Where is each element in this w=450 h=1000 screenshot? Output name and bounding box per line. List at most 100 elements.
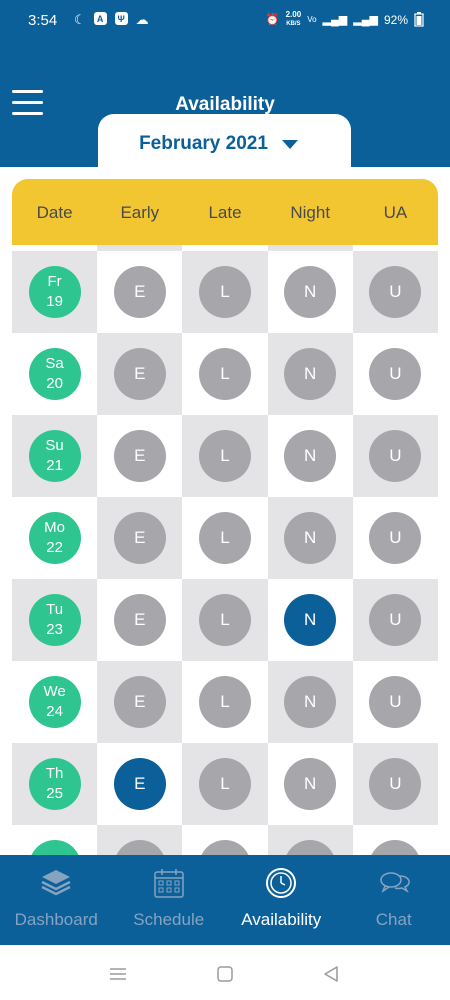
date-badge: Fr 19 [28, 266, 81, 318]
early-toggle[interactable]: E [113, 594, 166, 646]
early-cell: E [97, 251, 183, 333]
late-cell: L [182, 743, 268, 825]
late-cell: L [182, 251, 268, 333]
late-toggle[interactable]: L [198, 676, 251, 728]
nav-schedule[interactable]: Schedule [113, 855, 226, 945]
recents-icon[interactable] [107, 963, 129, 985]
night-toggle[interactable]: N [284, 430, 337, 482]
speed-unit: KB/S [286, 21, 301, 27]
ua-toggle[interactable]: U [369, 430, 422, 482]
night-cell: N [267, 497, 353, 579]
ua-toggle[interactable] [369, 840, 422, 855]
clock-icon [266, 868, 297, 898]
system-nav-bar [0, 945, 450, 1000]
ua-cell: U [352, 497, 438, 579]
date-label: 23 [46, 621, 63, 638]
early-toggle[interactable] [113, 840, 166, 855]
moon-icon: ☾ [74, 12, 86, 27]
day-label: Tu [46, 601, 64, 618]
date-label: 25 [46, 785, 63, 802]
month-label: February 2021 [139, 133, 268, 154]
date-badge: Mo 22 [28, 512, 81, 564]
ua-toggle[interactable]: U [369, 348, 422, 400]
night-cell: N [267, 661, 353, 743]
table-row: Sa 20 E L N U [12, 333, 438, 415]
late-toggle[interactable]: L [198, 348, 251, 400]
day-label: Sa [45, 355, 64, 372]
night-toggle[interactable] [284, 840, 337, 855]
date-cell [12, 825, 98, 855]
status-right-icons: ⏰ 2.00 KB/S Vo ▂▄▆ ▂▄▆ 92% [266, 11, 424, 28]
ua-toggle[interactable]: U [369, 266, 422, 318]
late-toggle[interactable]: L [198, 512, 251, 564]
night-cell: N [267, 579, 353, 661]
ua-cell: U [352, 661, 438, 743]
page-title: Availability [175, 94, 275, 115]
day-label: We [43, 683, 66, 700]
home-icon[interactable] [214, 963, 236, 985]
ua-toggle[interactable]: U [369, 594, 422, 646]
night-cell [267, 825, 353, 855]
date-badge [28, 840, 81, 855]
battery-icon [414, 12, 424, 27]
status-left-icons: ☾ A Ψ ☁ [74, 12, 149, 28]
ua-toggle[interactable]: U [369, 512, 422, 564]
layers-icon [41, 870, 71, 896]
early-toggle-selected[interactable]: E [113, 758, 166, 810]
early-cell: E [97, 497, 183, 579]
early-cell: E [97, 415, 183, 497]
date-cell: Tu 23 [12, 579, 98, 661]
availability-grid[interactable]: Fr 19 E L N U Sa 20 E L N U Su 21 E L N U M… [12, 245, 438, 855]
early-toggle[interactable]: E [113, 512, 166, 564]
nav-label: Dashboard [14, 910, 98, 929]
table-row: We 24 E L N U [12, 661, 438, 743]
signal-icon-2: ▂▄▆ [353, 14, 378, 26]
cloud-icon: ☁ [135, 12, 149, 27]
ua-cell: U [352, 251, 438, 333]
nav-dashboard[interactable]: Dashboard [0, 855, 113, 945]
night-toggle-selected[interactable]: N [284, 594, 337, 646]
early-toggle[interactable]: E [113, 430, 166, 482]
table-row: Th 25 E L N U [12, 743, 438, 825]
late-toggle[interactable]: L [198, 430, 251, 482]
early-toggle[interactable]: E [113, 266, 166, 318]
ua-toggle[interactable]: U [369, 676, 422, 728]
column-ua: UA [383, 203, 408, 222]
month-selector[interactable]: February 2021 [98, 114, 351, 174]
early-toggle[interactable]: E [113, 348, 166, 400]
column-early: Early [120, 203, 160, 222]
day-label: Su [45, 437, 64, 454]
date-cell: We 24 [12, 661, 98, 743]
night-toggle[interactable]: N [284, 348, 337, 400]
network-speed: 2.00 KB/S [286, 11, 302, 28]
late-cell: L [182, 579, 268, 661]
android-icon: A [93, 12, 107, 25]
late-toggle[interactable]: L [198, 594, 251, 646]
column-header: Date Early Late Night UA [12, 179, 438, 245]
night-toggle[interactable]: N [284, 512, 337, 564]
bottom-nav: Dashboard Schedule Availability Chat [0, 855, 450, 945]
early-cell: E [97, 579, 183, 661]
late-cell [182, 825, 268, 855]
late-toggle[interactable]: L [198, 758, 251, 810]
nav-availability[interactable]: Availability [225, 855, 338, 945]
night-toggle[interactable]: N [284, 266, 337, 318]
night-toggle[interactable]: N [284, 676, 337, 728]
late-toggle[interactable] [198, 840, 251, 855]
date-cell: Fr 19 [12, 251, 98, 333]
date-label: 22 [46, 539, 63, 556]
table-row: Mo 22 E L N U [12, 497, 438, 579]
nav-label: Availability [241, 910, 322, 929]
late-cell: L [182, 661, 268, 743]
early-cell: E [97, 743, 183, 825]
ua-toggle[interactable]: U [369, 758, 422, 810]
back-icon[interactable] [320, 963, 342, 985]
early-toggle[interactable]: E [113, 676, 166, 728]
date-cell: Sa 20 [12, 333, 98, 415]
late-toggle[interactable]: L [198, 266, 251, 318]
nav-chat[interactable]: Chat [338, 855, 450, 945]
column-date: Date [36, 203, 73, 222]
nav-label: Chat [375, 910, 412, 929]
alarm-icon: ⏰ [265, 14, 280, 26]
night-toggle[interactable]: N [284, 758, 337, 810]
